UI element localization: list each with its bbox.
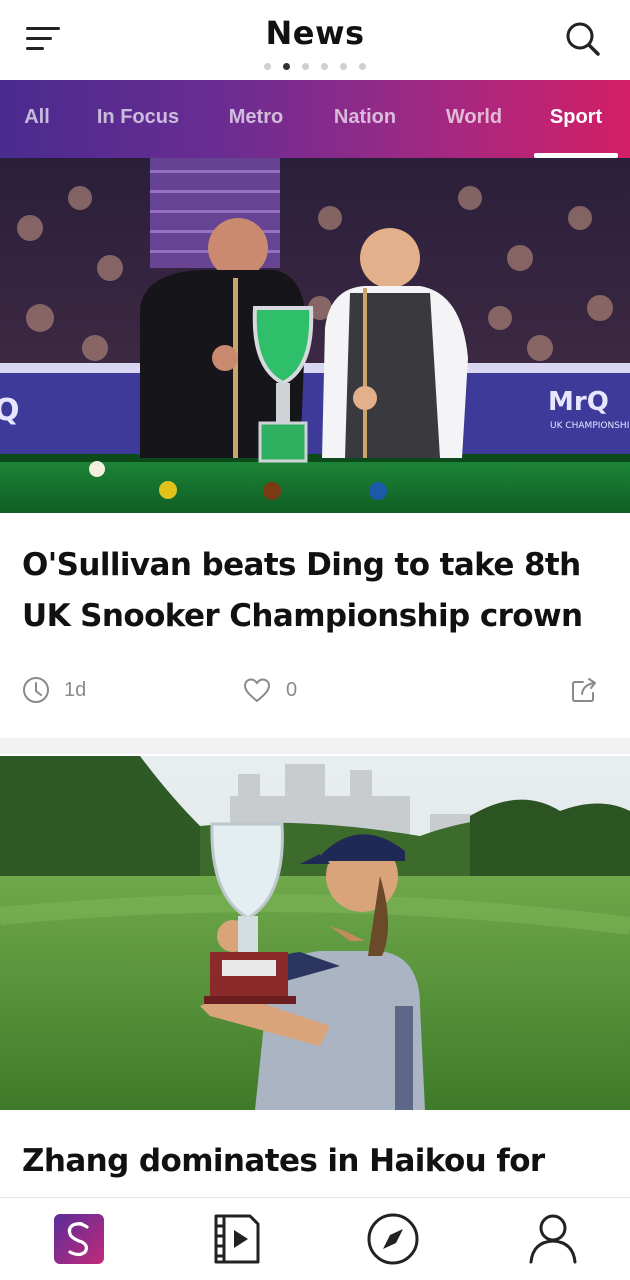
svg-text:MrQ: MrQ xyxy=(548,387,609,417)
article-headline[interactable]: O'Sullivan beats Ding to take 8th UK Sno… xyxy=(22,540,612,642)
page-dot xyxy=(302,63,309,70)
compass-icon[interactable] xyxy=(366,1212,420,1266)
page-dot-active xyxy=(283,63,290,70)
page-dot xyxy=(264,63,271,70)
tab-sport[interactable]: Sport xyxy=(534,80,618,158)
page-dot xyxy=(359,63,366,70)
category-tabs: All In Focus Metro Nation World Sport xyxy=(0,80,630,158)
tab-all[interactable]: All xyxy=(22,80,52,158)
share-icon xyxy=(572,678,596,702)
heart-icon xyxy=(244,678,270,702)
page-indicator xyxy=(0,63,630,70)
time-ago: 1d xyxy=(64,678,87,701)
clock-icon xyxy=(23,677,49,703)
article-headline[interactable]: Zhang dominates in Haikou for xyxy=(22,1136,612,1187)
tab-metro[interactable]: Metro xyxy=(226,80,286,158)
page-dot xyxy=(321,63,328,70)
profile-icon[interactable] xyxy=(526,1212,580,1266)
share-button[interactable] xyxy=(570,670,614,710)
tab-nation[interactable]: Nation xyxy=(332,80,398,158)
article-meta: 1d 0 xyxy=(0,670,630,710)
svg-text:Q: Q xyxy=(0,393,20,428)
app-logo-icon[interactable] xyxy=(52,1212,106,1266)
svg-text:UK CHAMPIONSHIP: UK CHAMPIONSHIP xyxy=(550,421,630,431)
bottom-navigation xyxy=(0,1197,630,1280)
snooker-photo[interactable]: MrQ UK CHAMPIONSHIP Q xyxy=(0,158,630,513)
like-count: 0 xyxy=(286,678,298,701)
video-icon[interactable] xyxy=(210,1212,264,1266)
time-info: 1d xyxy=(22,670,86,710)
like-button[interactable]: 0 xyxy=(242,670,297,710)
app-header: News xyxy=(0,0,630,80)
search-icon[interactable] xyxy=(564,20,602,58)
tab-in-focus[interactable]: In Focus xyxy=(96,80,180,158)
article-divider xyxy=(0,738,630,754)
page-dot xyxy=(340,63,347,70)
page-title: News xyxy=(265,14,365,52)
golfer-photo[interactable] xyxy=(0,756,630,1110)
tab-world[interactable]: World xyxy=(444,80,504,158)
